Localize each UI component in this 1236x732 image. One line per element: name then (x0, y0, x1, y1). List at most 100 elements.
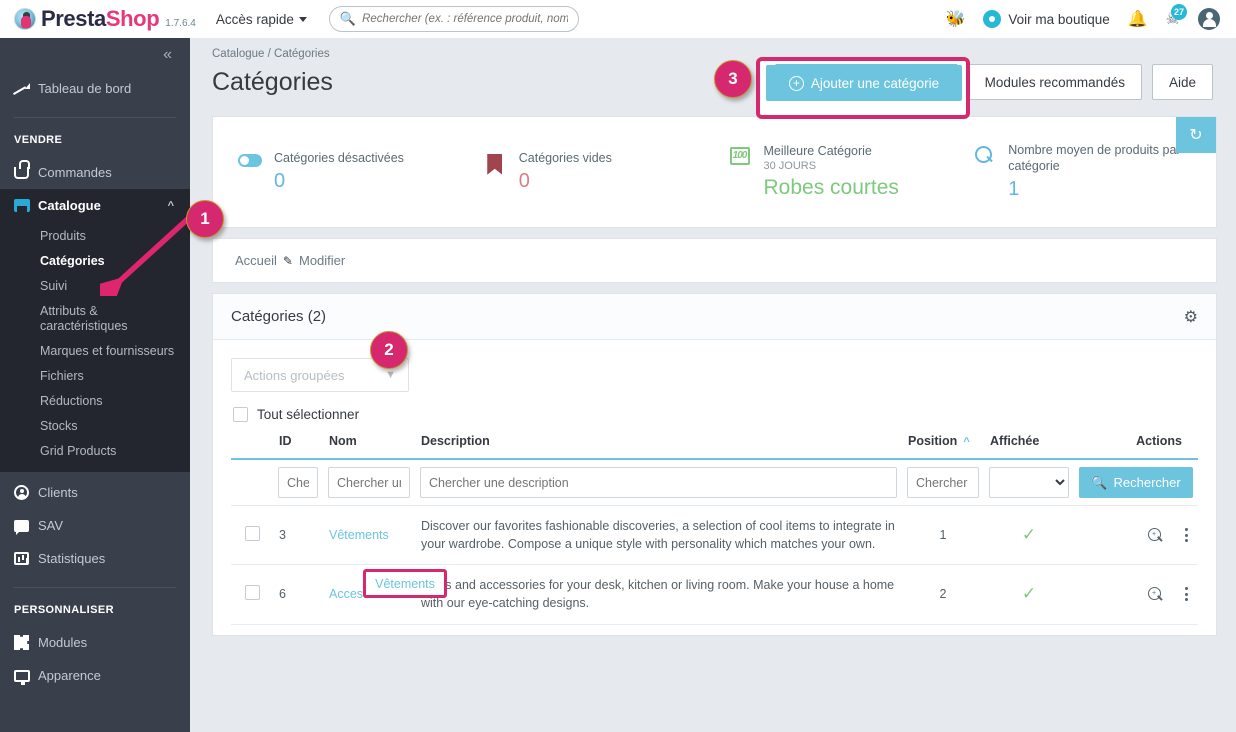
table-filter-body: 🔍 Rechercher (231, 459, 1198, 506)
account-icon[interactable] (1198, 8, 1220, 30)
sidebar-collapse-button[interactable]: « (0, 38, 190, 72)
filter-input-id[interactable] (278, 467, 318, 498)
select-all-label: Tout sélectionner (257, 407, 360, 422)
col-id[interactable]: ID (273, 428, 323, 460)
refresh-kpi-button[interactable]: ↻ (1176, 117, 1216, 153)
sidebar-item-catalogue[interactable]: Catalogue ^ (0, 189, 190, 222)
view-shop-link[interactable]: Voir ma boutique (983, 10, 1110, 28)
table-row[interactable]: 3 Vêtements Discover our favorites fashi… (231, 504, 1198, 566)
sidebar-item-label-catalogue: Catalogue (38, 198, 101, 213)
row-checkbox-cell (231, 564, 273, 625)
sidebar-item-label-sav: SAV (38, 518, 64, 533)
col-displayed[interactable]: Affichée (984, 428, 1074, 460)
row-actions: + (1074, 504, 1198, 566)
filter-select-displayed[interactable] (989, 467, 1069, 498)
row-displayed[interactable]: ✓ (984, 504, 1074, 566)
eye-icon (983, 10, 1002, 28)
help-button[interactable]: Aide (1151, 64, 1213, 100)
sidebar-subitem-grid-products[interactable]: Grid Products (0, 439, 190, 464)
select-all-row[interactable]: Tout sélectionner (233, 407, 1198, 422)
table-rows-body: 3 Vêtements Discover our favorites fashi… (231, 504, 1198, 625)
select-all-checkbox[interactable] (233, 407, 248, 422)
kebab-menu-icon[interactable] (1185, 587, 1188, 602)
sidebar-subitem-suivi[interactable]: Suivi (0, 274, 190, 299)
toggle-icon (237, 151, 263, 167)
kpi-panel: Catégories désactivées 0 Catégories vide… (212, 116, 1217, 228)
sidebar-subitem-marques[interactable]: Marques et fournisseurs (0, 339, 190, 364)
chevron-down-icon: ▼ (385, 369, 396, 381)
category-link-vetements-highlighted[interactable]: Vêtements (375, 577, 435, 591)
list-header: Catégories (2) ⚙ (213, 294, 1216, 340)
add-category-button-visible[interactable]: + Ajouter une catégorie (766, 65, 962, 101)
filter-cell-empty (231, 459, 273, 506)
row-id: 3 (273, 504, 323, 566)
sort-ascending-icon[interactable]: ^ (963, 436, 969, 448)
main-content-area: Catalogue / Catégories Catégories + Ajou… (190, 38, 1227, 732)
row-checkbox[interactable] (244, 585, 260, 601)
sidebar-item-label-orders: Commandes (38, 165, 112, 180)
sidebar-item-clients[interactable]: Clients (0, 476, 190, 509)
top-header-bar: PrestaShop 1.7.6.4 Accès rapide 🔍 🐝 Voir… (0, 0, 1236, 38)
sidebar-item-modules[interactable]: Modules (0, 626, 190, 659)
sidebar-item-sav[interactable]: SAV (0, 509, 190, 542)
sidebar-subitem-produits[interactable]: Produits (0, 224, 190, 249)
add-category-button-overlay[interactable]: + Ajouter une catégorie (766, 65, 962, 101)
breadcrumb-edit-link[interactable]: Modifier (299, 253, 345, 268)
row-actions: + (1074, 564, 1198, 625)
recommended-modules-button[interactable]: Modules recommandés (967, 64, 1142, 100)
kpi-best-category: 100 Meilleure Catégorie 30 JOURS Robes c… (727, 144, 972, 201)
bell-icon[interactable]: 🔔 (1128, 9, 1148, 29)
monitor-icon (14, 669, 38, 685)
kpi-label-1: Catégories vides (518, 150, 612, 165)
row-checkbox[interactable] (244, 526, 260, 542)
kpi-value-0: 0 (274, 170, 286, 193)
sidebar-item-label-clients: Clients (38, 485, 78, 500)
bug-icon[interactable]: 🐝 (945, 9, 965, 29)
sidebar-item-label-statistiques: Statistiques (38, 551, 106, 566)
search-filter-button[interactable]: 🔍 Rechercher (1079, 467, 1193, 498)
zoom-in-icon[interactable]: + (1148, 586, 1163, 602)
breadcrumb-home-link[interactable]: Accueil (235, 253, 277, 268)
col-actions: Actions (1074, 428, 1198, 460)
category-link-vetements[interactable]: Vêtements (329, 528, 389, 542)
quick-access-menu[interactable]: Accès rapide (216, 12, 307, 27)
col-name[interactable]: Nom (323, 428, 415, 460)
col-description[interactable]: Description (415, 428, 902, 460)
hundred-icon: 100 (727, 144, 753, 165)
add-category-label-visible: Ajouter une catégorie (810, 75, 940, 91)
kebab-menu-icon[interactable] (1185, 528, 1188, 543)
sidebar-subitem-reductions[interactable]: Réductions (0, 389, 190, 414)
annotation-marker-3: 3 (714, 60, 752, 98)
filter-input-name[interactable] (328, 467, 410, 498)
prestashop-logo[interactable]: PrestaShop 1.7.6.4 (14, 6, 196, 32)
row-description: Items and accessories for your desk, kit… (415, 564, 902, 625)
search-input[interactable] (362, 13, 568, 25)
sidebar-item-orders[interactable]: Commandes (0, 156, 190, 189)
sidebar-subitem-fichiers[interactable]: Fichiers (0, 364, 190, 389)
global-search-box[interactable]: 🔍 (328, 6, 579, 32)
kpi-categories-disabled: Catégories désactivées 0 (237, 151, 482, 194)
brand-name-shop: Shop (105, 6, 160, 31)
sidebar-divider-1 (14, 117, 176, 118)
sidebar-subitem-categories[interactable]: Catégories (0, 249, 190, 274)
main-sidebar: « Tableau de bord VENDRE Commandes Catal… (0, 38, 190, 732)
quick-access-label: Accès rapide (215, 11, 294, 27)
sidebar-subitem-attributs[interactable]: Attributs & caractéristiques (0, 299, 130, 339)
sidebar-item-apparence[interactable]: Apparence (0, 659, 190, 692)
col-position[interactable]: Position ^ (902, 428, 984, 460)
support-icon[interactable]: ☠ 27 (1166, 4, 1187, 29)
zoom-in-icon[interactable]: + (1148, 527, 1163, 543)
row-description: Discover our favorites fashionable disco… (415, 504, 902, 566)
filter-row: 🔍 Rechercher (231, 459, 1198, 506)
sidebar-section-sell: VENDRE (14, 134, 63, 146)
sidebar-item-dashboard[interactable]: Tableau de bord (0, 72, 190, 105)
sidebar-subitem-stocks[interactable]: Stocks (0, 414, 190, 439)
row-displayed[interactable]: ✓ (984, 564, 1074, 625)
kpi-label-3: Nombre moyen de produits par catégorie (1008, 142, 1181, 173)
filter-input-description[interactable] (420, 467, 897, 498)
person-icon (14, 485, 38, 500)
filter-input-position[interactable] (907, 467, 979, 498)
gear-icon[interactable]: ⚙ (1184, 307, 1198, 327)
check-icon: ✓ (1021, 525, 1037, 545)
sidebar-item-statistiques[interactable]: Statistiques (0, 542, 190, 575)
